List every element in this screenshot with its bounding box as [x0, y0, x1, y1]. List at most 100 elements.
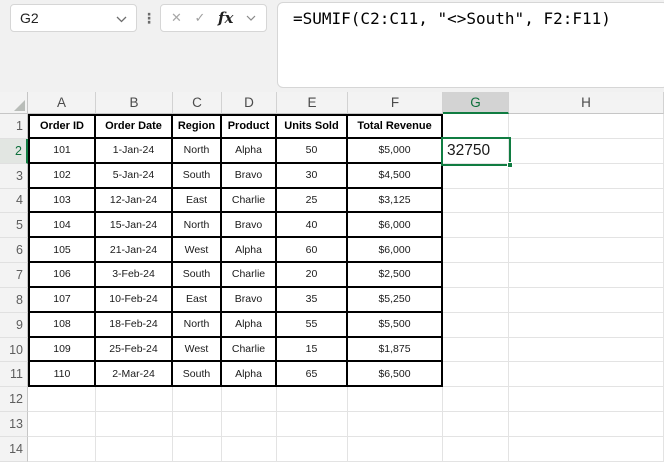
cell-f5[interactable]: $6,000	[348, 213, 443, 238]
cell-a12[interactable]	[28, 387, 96, 412]
cell-d8[interactable]: Bravo	[222, 288, 277, 313]
cell-d2[interactable]: Alpha	[222, 139, 277, 164]
cell-f11[interactable]: $6,500	[348, 362, 443, 387]
cell-g11[interactable]	[443, 362, 509, 387]
cell-g3[interactable]	[443, 164, 509, 189]
column-header-d[interactable]: D	[222, 92, 277, 114]
cell-g8[interactable]	[443, 288, 509, 313]
cell-g4[interactable]	[443, 189, 509, 214]
cell-c9[interactable]: North	[173, 313, 222, 338]
cell-c12[interactable]	[173, 387, 222, 412]
cell-h12[interactable]	[509, 387, 664, 412]
cell-g6[interactable]	[443, 238, 509, 263]
cell-a5[interactable]: 104	[28, 213, 96, 238]
row-header-1[interactable]: 1	[0, 114, 28, 139]
cell-g9[interactable]	[443, 313, 509, 338]
cell-b12[interactable]	[96, 387, 173, 412]
cell-e3[interactable]: 30	[277, 164, 348, 189]
cell-b6[interactable]: 21-Jan-24	[96, 238, 173, 263]
cell-c7[interactable]: South	[173, 263, 222, 288]
formula-input[interactable]: =SUMIF(C2:C11, "<>South", F2:F11)	[277, 2, 664, 88]
cell-a2[interactable]: 101	[28, 139, 96, 164]
cell-b11[interactable]: 2-Mar-24	[96, 362, 173, 387]
name-box[interactable]: G2	[10, 4, 137, 32]
cell-a11[interactable]: 110	[28, 362, 96, 387]
cell-a9[interactable]: 108	[28, 313, 96, 338]
cell-h7[interactable]	[509, 263, 664, 288]
cell-f8[interactable]: $5,250	[348, 288, 443, 313]
cell-h13[interactable]	[509, 412, 664, 437]
cell-e10[interactable]: 15	[277, 338, 348, 363]
row-header-10[interactable]: 10	[0, 338, 28, 363]
cell-f9[interactable]: $5,500	[348, 313, 443, 338]
fill-handle[interactable]	[507, 162, 513, 168]
cell-h5[interactable]	[509, 213, 664, 238]
cell-h11[interactable]	[509, 362, 664, 387]
row-header-12[interactable]: 12	[0, 387, 28, 412]
cell-h2[interactable]	[509, 139, 664, 164]
cell-h3[interactable]	[509, 164, 664, 189]
cancel-icon[interactable]: ✕	[171, 10, 182, 26]
cell-f3[interactable]: $4,500	[348, 164, 443, 189]
cell-a4[interactable]: 103	[28, 189, 96, 214]
cell-e1[interactable]: Units Sold	[277, 114, 348, 139]
cell-h9[interactable]	[509, 313, 664, 338]
cell-d1[interactable]: Product	[222, 114, 277, 139]
cell-d14[interactable]	[222, 437, 277, 462]
cell-e7[interactable]: 20	[277, 263, 348, 288]
cell-c10[interactable]: West	[173, 338, 222, 363]
cell-b13[interactable]	[96, 412, 173, 437]
cell-a13[interactable]	[28, 412, 96, 437]
cell-d7[interactable]: Charlie	[222, 263, 277, 288]
cell-b10[interactable]: 25-Feb-24	[96, 338, 173, 363]
cell-e14[interactable]	[277, 437, 348, 462]
cell-c2[interactable]: North	[173, 139, 222, 164]
cell-e5[interactable]: 40	[277, 213, 348, 238]
enter-icon[interactable]: ✓	[195, 10, 206, 26]
column-header-c[interactable]: C	[173, 92, 222, 114]
cell-d11[interactable]: Alpha	[222, 362, 277, 387]
cell-b1[interactable]: Order Date	[96, 114, 173, 139]
cell-h4[interactable]	[509, 189, 664, 214]
cell-d10[interactable]: Charlie	[222, 338, 277, 363]
cell-f1[interactable]: Total Revenue	[348, 114, 443, 139]
cell-b9[interactable]: 18-Feb-24	[96, 313, 173, 338]
cell-c5[interactable]: North	[173, 213, 222, 238]
cell-g13[interactable]	[443, 412, 509, 437]
cell-g14[interactable]	[443, 437, 509, 462]
cell-g1[interactable]	[443, 114, 509, 139]
cell-c4[interactable]: East	[173, 189, 222, 214]
column-header-h[interactable]: H	[509, 92, 664, 114]
row-header-7[interactable]: 7	[0, 263, 28, 288]
cell-c11[interactable]: South	[173, 362, 222, 387]
cell-h6[interactable]	[509, 238, 664, 263]
column-header-b[interactable]: B	[96, 92, 173, 114]
cell-e2[interactable]: 50	[277, 139, 348, 164]
cell-f14[interactable]	[348, 437, 443, 462]
cell-g10[interactable]	[443, 338, 509, 363]
insert-function-icon[interactable]: fx	[218, 9, 233, 27]
row-header-6[interactable]: 6	[0, 238, 28, 263]
row-header-9[interactable]: 9	[0, 313, 28, 338]
row-header-3[interactable]: 3	[0, 164, 28, 189]
cell-a8[interactable]: 107	[28, 288, 96, 313]
more-commands-icon[interactable]: ⋮	[142, 4, 156, 32]
cell-a10[interactable]: 109	[28, 338, 96, 363]
cell-g2[interactable]: 32750	[443, 139, 509, 164]
cell-e13[interactable]	[277, 412, 348, 437]
cell-c13[interactable]	[173, 412, 222, 437]
name-box-dropdown-icon[interactable]	[116, 16, 127, 23]
cell-g7[interactable]	[443, 263, 509, 288]
cell-f13[interactable]	[348, 412, 443, 437]
cell-h1[interactable]	[509, 114, 664, 139]
cell-d3[interactable]: Bravo	[222, 164, 277, 189]
select-all-corner[interactable]	[0, 92, 28, 114]
cell-d6[interactable]: Alpha	[222, 238, 277, 263]
cell-e6[interactable]: 60	[277, 238, 348, 263]
cell-a14[interactable]	[28, 437, 96, 462]
cell-b5[interactable]: 15-Jan-24	[96, 213, 173, 238]
row-header-14[interactable]: 14	[0, 437, 28, 462]
cell-f10[interactable]: $1,875	[348, 338, 443, 363]
cell-f12[interactable]	[348, 387, 443, 412]
cell-e4[interactable]: 25	[277, 189, 348, 214]
